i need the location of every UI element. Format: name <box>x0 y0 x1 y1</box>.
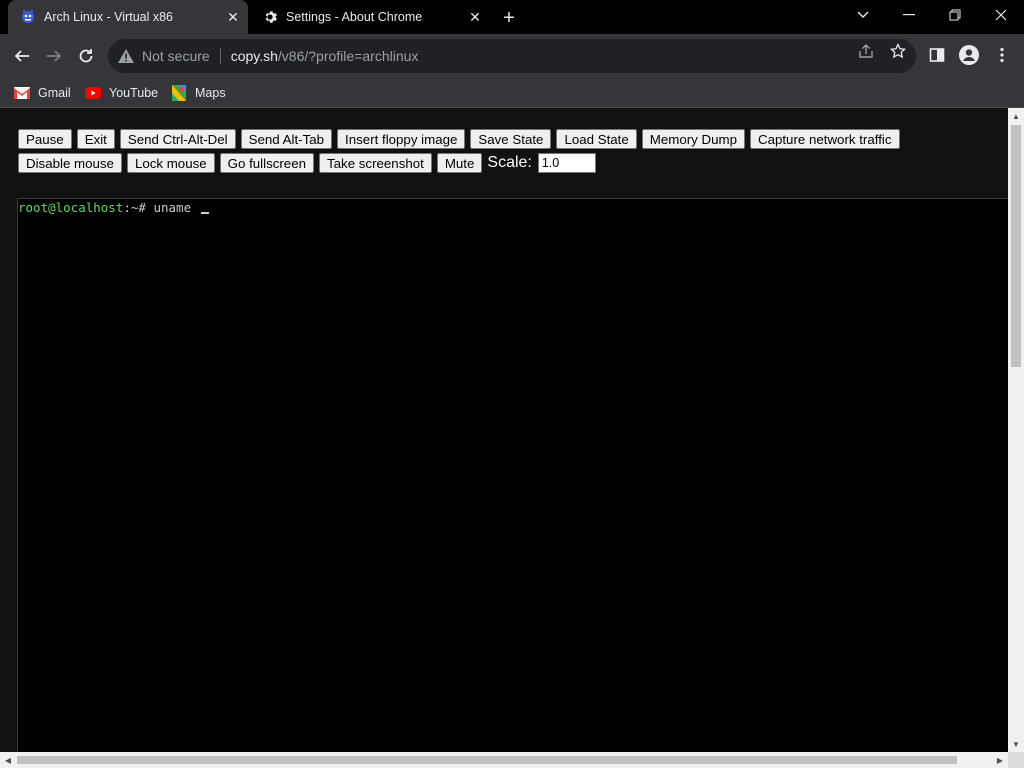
url-path: /v86/?profile=archlinux <box>277 48 419 64</box>
memory-dump-button[interactable]: Memory Dump <box>641 129 745 149</box>
v86-favicon-icon <box>20 9 36 25</box>
terminal-cursor <box>200 212 209 214</box>
bookmark-label: Maps <box>195 86 226 100</box>
restore-icon[interactable] <box>932 0 978 30</box>
divider <box>219 48 221 64</box>
warning-icon[interactable] <box>118 48 134 64</box>
controls-row-1: Pause Exit Send Ctrl-Alt-Del Send Alt-Ta… <box>18 129 918 149</box>
terminal-line: root@localhost:~# uname <box>18 201 209 215</box>
gear-icon <box>262 9 278 25</box>
reload-icon[interactable] <box>72 42 100 70</box>
bookmark-maps[interactable]: Maps <box>171 82 226 104</box>
bookmarks-bar: Gmail YouTube Maps <box>0 78 1024 108</box>
exit-button[interactable]: Exit <box>76 129 115 149</box>
profile-icon[interactable] <box>958 44 980 66</box>
bookmark-label: YouTube <box>109 86 159 100</box>
maps-icon <box>171 85 187 101</box>
bookmark-gmail[interactable]: Gmail <box>14 82 71 104</box>
emulator-controls: Pause Exit Send Ctrl-Alt-Del Send Alt-Ta… <box>18 129 918 177</box>
side-panel-icon[interactable] <box>926 44 948 66</box>
tab-search-icon[interactable] <box>840 0 886 30</box>
emulator-screen[interactable]: root@localhost:~# uname <box>17 198 1008 752</box>
address-bar[interactable]: Not secure copy.sh/v86/?profile=archlinu… <box>108 39 916 73</box>
terminal-user-host: root@localhost <box>18 200 124 215</box>
terminal-path: :~ <box>123 200 139 215</box>
close-icon[interactable]: ✕ <box>466 8 484 26</box>
new-tab-icon[interactable]: + <box>498 7 520 29</box>
vertical-scroll-thumb[interactable] <box>1011 125 1021 367</box>
tab-title: Settings - About Chrome <box>286 10 423 24</box>
window-close-icon[interactable] <box>978 0 1024 30</box>
forward-icon[interactable] <box>40 42 68 70</box>
tab-settings[interactable]: Settings - About Chrome ✕ <box>250 0 490 34</box>
share-icon[interactable] <box>857 42 875 60</box>
terminal-command: uname <box>153 200 192 215</box>
scroll-left-icon[interactable]: ◀ <box>0 752 16 768</box>
bookmark-youtube[interactable]: YouTube <box>85 82 158 104</box>
disable-mouse-button[interactable]: Disable mouse <box>18 153 122 173</box>
browser-toolbar: Not secure copy.sh/v86/?profile=archlinu… <box>0 34 1024 78</box>
bookmark-label: Gmail <box>38 86 71 100</box>
send-alt-tab-button[interactable]: Send Alt-Tab <box>240 129 333 149</box>
take-screenshot-button[interactable]: Take screenshot <box>319 153 432 173</box>
scrollbar-corner <box>1008 752 1024 768</box>
insert-floppy-button[interactable]: Insert floppy image <box>337 129 466 149</box>
url-host: copy.sh <box>230 48 278 64</box>
scroll-right-icon[interactable]: ▶ <box>992 752 1008 768</box>
tab-arch-linux[interactable]: Arch Linux - Virtual x86 ✕ <box>8 0 248 34</box>
minimize-icon[interactable] <box>886 0 932 30</box>
save-state-button[interactable]: Save State <box>470 129 552 149</box>
horizontal-scroll-thumb[interactable] <box>17 756 957 764</box>
page-content: Pause Exit Send Ctrl-Alt-Del Send Alt-Ta… <box>0 108 1008 752</box>
gmail-icon <box>14 85 30 101</box>
scale-label: Scale: <box>487 154 532 171</box>
security-status: Not secure <box>142 48 210 64</box>
youtube-icon <box>85 85 101 101</box>
capture-network-button[interactable]: Capture network traffic <box>749 129 900 149</box>
go-fullscreen-button[interactable]: Go fullscreen <box>219 153 314 173</box>
send-ctrl-alt-del-button[interactable]: Send Ctrl-Alt-Del <box>119 129 236 149</box>
scroll-down-icon[interactable]: ▼ <box>1008 736 1024 752</box>
lock-mouse-button[interactable]: Lock mouse <box>126 153 215 173</box>
terminal-prompt: # <box>138 200 154 215</box>
load-state-button[interactable]: Load State <box>556 129 637 149</box>
scroll-up-icon[interactable]: ▲ <box>1008 108 1024 124</box>
back-icon[interactable] <box>8 42 36 70</box>
tab-strip: Arch Linux - Virtual x86 ✕ Settings - Ab… <box>0 0 1024 34</box>
tab-title: Arch Linux - Virtual x86 <box>44 10 173 24</box>
close-icon[interactable]: ✕ <box>224 8 242 26</box>
scale-input[interactable] <box>537 153 596 173</box>
controls-row-2: Disable mouse Lock mouse Go fullscreen T… <box>18 153 918 173</box>
pause-button[interactable]: Pause <box>18 129 72 149</box>
mute-button[interactable]: Mute <box>436 153 483 173</box>
star-icon[interactable] <box>889 42 907 60</box>
horizontal-scrollbar[interactable]: ◀ ▶ <box>0 752 1008 768</box>
more-menu-icon[interactable] <box>991 44 1013 66</box>
vertical-scrollbar[interactable]: ▲ ▼ <box>1008 108 1024 752</box>
